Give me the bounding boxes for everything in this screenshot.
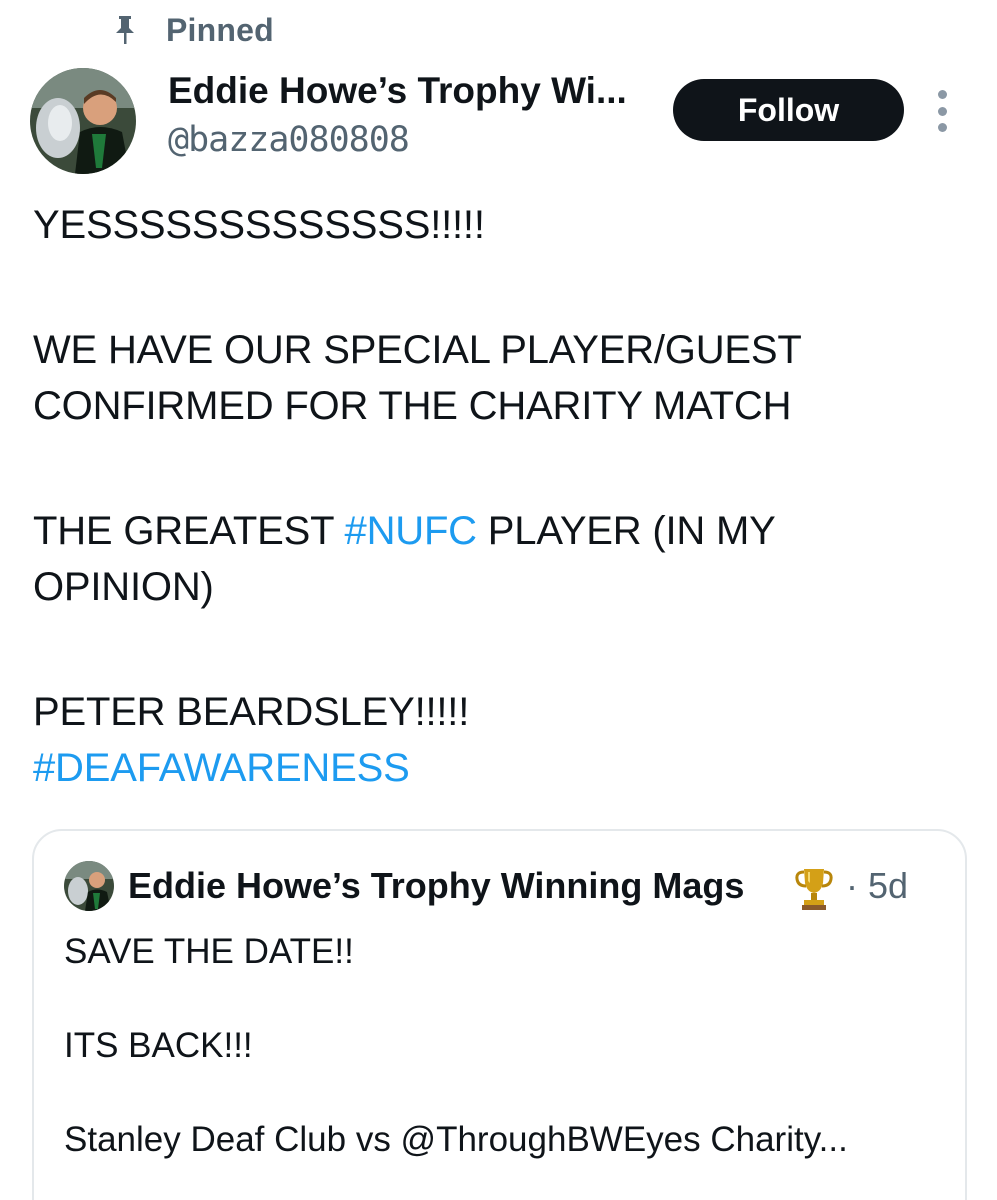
tweet-line: #DEAFAWARENESS: [33, 740, 963, 796]
quote-body: SAVE THE DATE!! ITS BACK!!! Stanley Deaf…: [64, 929, 944, 1163]
tweet-text-segment: THE GREATEST: [33, 509, 345, 553]
tweet-text-segment: PLAYER (IN MY: [476, 509, 776, 553]
quote-line: ITS BACK!!!: [64, 1026, 253, 1065]
tweet-line: WE HAVE OUR SPECIAL PLAYER/GUEST: [33, 328, 802, 372]
more-dot: [937, 90, 947, 99]
pinned-label: Pinned: [166, 11, 274, 48]
more-vertical-icon[interactable]: [930, 90, 954, 132]
tweet-line: YESSSSSSSSSSSSS!!!!!: [33, 203, 485, 247]
avatar[interactable]: [30, 68, 136, 174]
tweet-line: PETER BEARDSLEY!!!!!: [33, 690, 470, 734]
tweet-line: THE GREATEST #NUFC PLAYER (IN MY: [33, 503, 963, 559]
quoted-tweet-card[interactable]: Eddie Howe’s Trophy Winning Mags · 5d SA…: [32, 829, 967, 1200]
tweet-line: CONFIRMED FOR THE CHARITY MATCH: [33, 384, 792, 428]
quote-avatar[interactable]: [64, 861, 114, 911]
quote-line: SAVE THE DATE!!: [64, 932, 354, 971]
follow-button[interactable]: Follow: [673, 79, 904, 141]
quote-line: Stanley Deaf Club vs @ThroughBWEyes Char…: [64, 1120, 848, 1159]
more-dot: [937, 123, 947, 132]
hashtag-nufc-link[interactable]: #NUFC: [345, 509, 478, 553]
more-dot: [937, 106, 947, 116]
author-handle[interactable]: @bazza080808: [168, 120, 410, 160]
pinned-indicator: Pinned: [112, 8, 274, 52]
author-display-name[interactable]: Eddie Howe’s Trophy Wi...: [168, 70, 627, 112]
trophy-icon: [794, 865, 834, 911]
hashtag-deafawareness-link[interactable]: #DEAFAWARENESS: [33, 746, 410, 790]
quote-author-name[interactable]: Eddie Howe’s Trophy Winning Mags: [128, 865, 744, 907]
quote-timestamp[interactable]: · 5d: [846, 865, 908, 907]
pin-icon: [112, 15, 138, 45]
tweet-body: YESSSSSSSSSSSSS!!!!! WE HAVE OUR SPECIAL…: [33, 197, 963, 796]
tweet-line: OPINION): [33, 565, 214, 609]
